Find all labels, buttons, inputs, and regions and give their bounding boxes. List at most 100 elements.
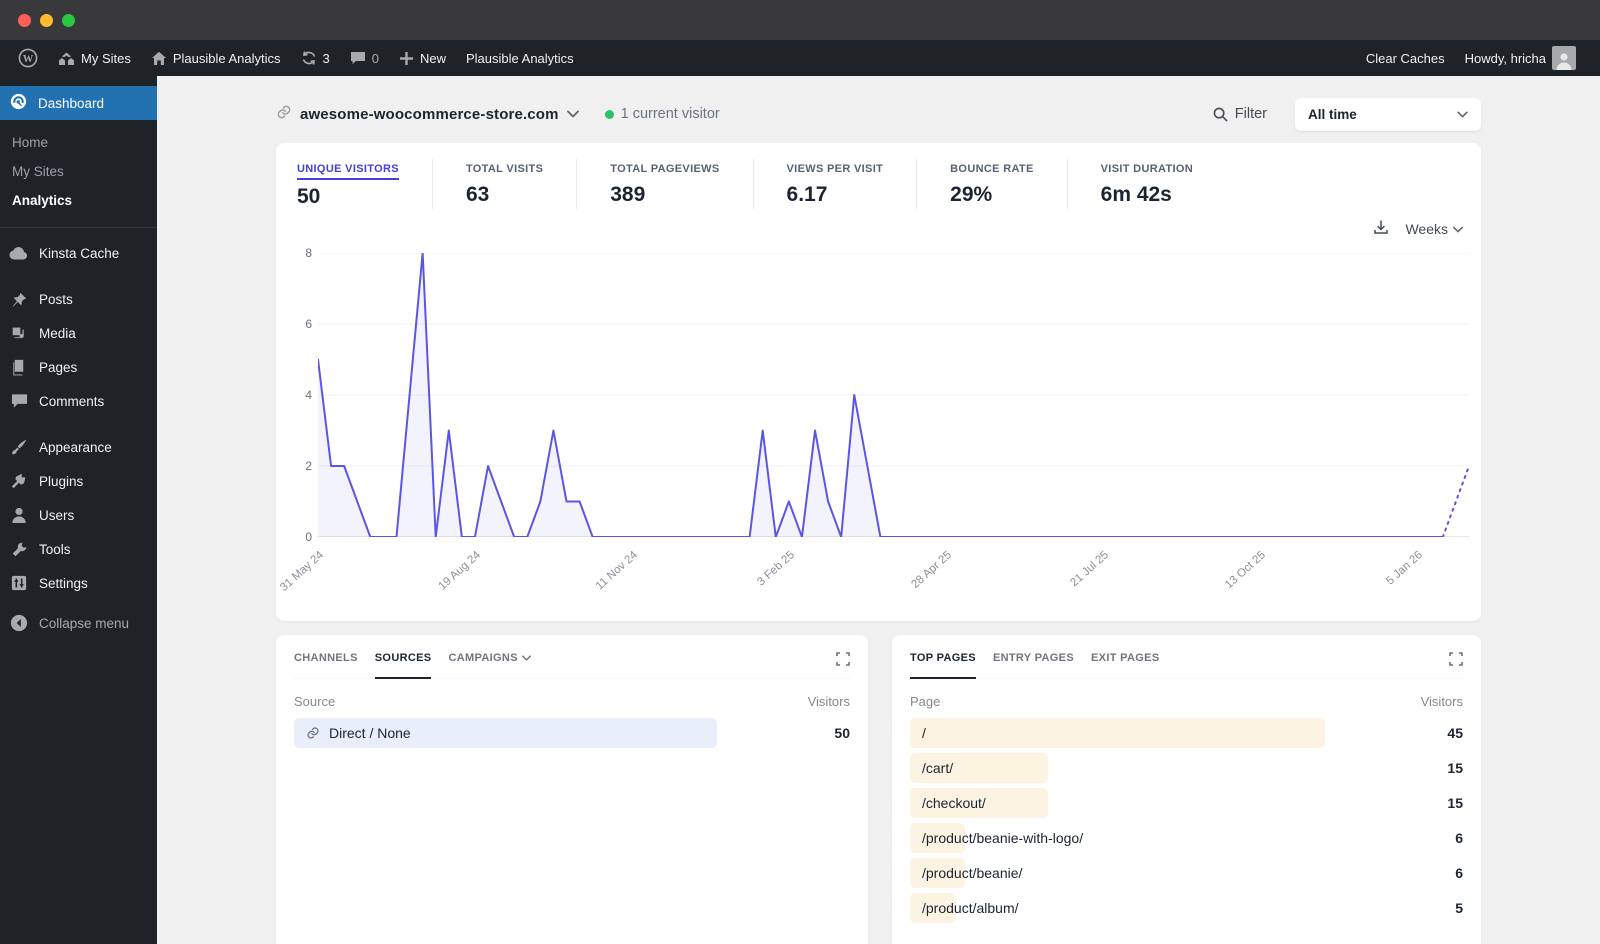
plugins-label: Plugins [39, 473, 84, 489]
stat-visit-duration[interactable]: VISIT DURATION 6m 42s [1066, 159, 1226, 209]
window-minimize-button[interactable] [40, 13, 53, 27]
window-zoom-button[interactable] [62, 13, 75, 27]
cloud-icon [9, 243, 29, 263]
media-label: Media [39, 325, 76, 341]
tab-label: ENTRY PAGES [992, 652, 1074, 664]
comments-menu[interactable]: 0 [340, 40, 389, 76]
wordpress-logo-icon: W [18, 48, 38, 68]
expand-icon[interactable] [836, 652, 850, 671]
plausible-analytics-menu[interactable]: Plausible Analytics [456, 40, 584, 76]
page-row[interactable]: /product/beanie-with-logo/ 6 [910, 823, 1463, 853]
stat-unique-visitors[interactable]: UNIQUE VISITORS 50 [297, 159, 432, 209]
sidebar-item-tools[interactable]: Tools [0, 532, 157, 566]
sidebar-item-my-sites[interactable]: My Sites [0, 157, 157, 186]
page-visitors: 6 [1455, 865, 1463, 881]
page-row[interactable]: / 45 [910, 718, 1463, 748]
sidebar-item-comments[interactable]: Comments [0, 384, 157, 418]
analytics-label: Analytics [12, 193, 73, 208]
sidebar-item-dashboard[interactable]: Dashboard [0, 86, 165, 120]
tab-top-pages[interactable]: TOP PAGES [910, 652, 976, 679]
pages-label: Pages [39, 359, 78, 375]
sidebar-item-pages[interactable]: Pages [0, 350, 157, 384]
pushpin-icon [9, 289, 29, 309]
pages-card: TOP PAGES ENTRY PAGES EXIT PAGES Page Vi… [892, 635, 1481, 944]
stat-value: 6.17 [786, 183, 828, 206]
stat-label: VISIT DURATION [1100, 163, 1194, 175]
admin-sidebar: Dashboard Home My Sites Analytics Kinsta… [0, 76, 165, 944]
plausible-analytics-label: Plausible Analytics [466, 50, 574, 66]
interval-select[interactable]: Weeks [1405, 221, 1463, 237]
brush-icon [9, 437, 29, 457]
sidebar-item-plugins[interactable]: Plugins [0, 464, 157, 498]
stats-row: UNIQUE VISITORS 50 TOTAL VISITS 63 TOTAL… [276, 143, 1481, 215]
window-close-button[interactable] [18, 13, 31, 27]
updates-menu[interactable]: 3 [291, 40, 340, 76]
sidebar-item-appearance[interactable]: Appearance [0, 430, 157, 464]
tab-label: TOP PAGES [910, 652, 976, 664]
tab-exit-pages[interactable]: EXIT PAGES [1091, 652, 1160, 679]
clear-caches-button[interactable]: Clear Caches [1356, 40, 1455, 76]
stat-value: 50 [297, 185, 321, 208]
sidebar-item-home[interactable]: Home [0, 128, 157, 157]
home-label: Home [12, 135, 49, 150]
site-home-menu[interactable]: Plausible Analytics [141, 40, 291, 76]
collapse-menu-button[interactable]: Collapse menu [0, 606, 157, 640]
stat-views-per-visit[interactable]: VIEWS PER VISIT 6.17 [752, 159, 917, 209]
dashboard-submenu: Home My Sites Analytics [0, 120, 157, 228]
stat-bounce-rate[interactable]: BOUNCE RATE 29% [916, 159, 1066, 209]
source-label: Direct / None [294, 725, 411, 741]
y-axis-tick: 6 [305, 317, 312, 331]
stat-label: TOTAL PAGEVIEWS [610, 163, 720, 175]
source-visitors: 50 [834, 725, 850, 741]
visitors-line-chart[interactable]: 8 6 4 2 0 31 May 24 19 Aug 24 11 Nov 24 … [278, 246, 1469, 609]
sidebar-item-users[interactable]: Users [0, 498, 157, 532]
chevron-down-icon [1453, 226, 1463, 233]
current-visitors[interactable]: 1 current visitor [604, 106, 720, 122]
sidebar-item-settings[interactable]: Settings [0, 566, 157, 600]
page-row[interactable]: /cart/ 15 [910, 753, 1463, 783]
page-row[interactable]: /checkout/ 15 [910, 788, 1463, 818]
stat-total-pageviews[interactable]: TOTAL PAGEVIEWS 389 [576, 159, 752, 209]
expand-icon[interactable] [1449, 652, 1463, 671]
download-icon[interactable] [1373, 219, 1389, 240]
source-name: Direct / None [329, 725, 411, 741]
filter-label: Filter [1234, 106, 1267, 122]
source-row[interactable]: Direct / None 50 [294, 718, 850, 748]
clear-caches-label: Clear Caches [1365, 50, 1445, 66]
sources-card: CHANNELS SOURCES CAMPAIGNS Source Visito… [276, 635, 868, 944]
page-row[interactable]: /product/album/ 5 [910, 893, 1463, 923]
sidebar-item-posts[interactable]: Posts [0, 282, 157, 316]
page-row[interactable]: /product/beanie/ 6 [910, 858, 1463, 888]
collapse-menu-label: Collapse menu [39, 615, 130, 631]
posts-label: Posts [39, 291, 73, 307]
new-content-menu[interactable]: New [389, 40, 456, 76]
pages-icon [9, 357, 29, 377]
tab-campaigns[interactable]: CAMPAIGNS [448, 652, 531, 679]
tab-sources[interactable]: SOURCES [374, 652, 432, 679]
page-path: /cart/ [922, 760, 954, 776]
date-range-select[interactable]: All time [1295, 97, 1481, 131]
settings-sliders-icon [9, 573, 29, 593]
x-axis-labels: 31 May 24 19 Aug 24 11 Nov 24 3 Feb 25 2… [278, 537, 1469, 609]
wp-logo-menu[interactable]: W [8, 40, 48, 76]
tab-channels[interactable]: CHANNELS [294, 652, 358, 679]
y-axis-tick: 2 [305, 459, 312, 473]
visitors-column-header: Visitors [1420, 694, 1463, 709]
sidebar-item-media[interactable]: Media [0, 316, 157, 350]
site-selector[interactable]: awesome-woocommerce-store.com [276, 104, 579, 125]
stat-value: 29% [950, 183, 993, 206]
my-sites-label: My Sites [12, 164, 64, 179]
my-sites-menu[interactable]: My Sites [48, 40, 141, 76]
sidebar-item-analytics[interactable]: Analytics [0, 186, 157, 215]
x-axis-tick: 11 Nov 24 [593, 549, 640, 593]
sidebar-item-kinsta-cache[interactable]: Kinsta Cache [0, 236, 157, 270]
filter-button[interactable]: Filter [1213, 106, 1267, 122]
kinsta-cache-label: Kinsta Cache [39, 245, 120, 261]
stat-total-visits[interactable]: TOTAL VISITS 63 [431, 159, 576, 209]
tools-label: Tools [39, 541, 71, 557]
tab-entry-pages[interactable]: ENTRY PAGES [993, 652, 1074, 679]
media-icon [9, 323, 29, 343]
analytics-toolbar: awesome-woocommerce-store.com 1 current … [276, 76, 1481, 131]
window-title-bar [0, 0, 1600, 40]
account-menu[interactable]: Howdy, hricha [1455, 40, 1586, 76]
